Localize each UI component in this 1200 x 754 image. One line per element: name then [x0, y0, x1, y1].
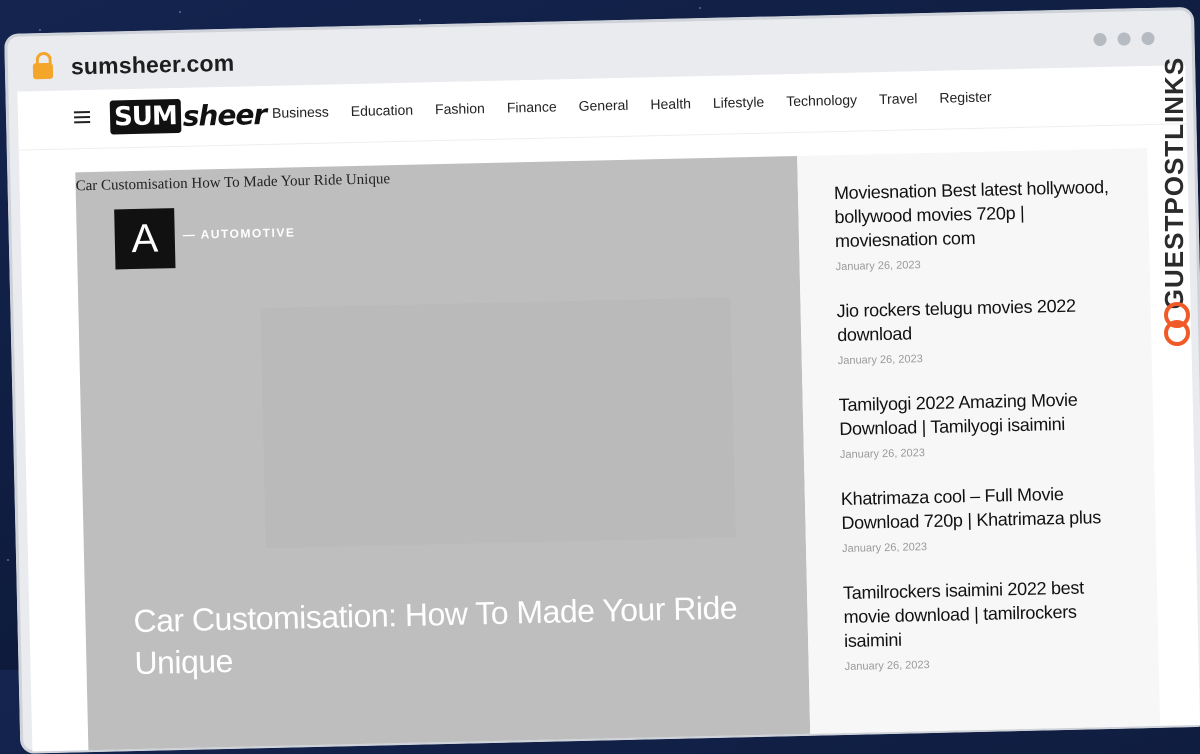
post-title[interactable]: Khatrimaza cool – Full Movie Download 72… [841, 480, 1132, 535]
hamburger-menu-icon[interactable] [73, 110, 91, 124]
address-bar[interactable]: sumsheer.com [32, 43, 235, 88]
nav-health[interactable]: Health [650, 95, 691, 112]
logo-sum: SUM [109, 98, 182, 135]
featured-image-alt: Car Customisation How To Made Your Ride … [75, 171, 391, 195]
nav-business[interactable]: Business [272, 104, 329, 121]
browser-frame: sumsheer.com SUM sheer Business Educatio… [4, 6, 1200, 754]
nav-lifestyle[interactable]: Lifestyle [713, 94, 765, 111]
window-controls [1093, 31, 1155, 47]
list-item[interactable]: Tamilrockers isaimini 2022 best movie do… [843, 574, 1135, 673]
post-date: January 26, 2023 [835, 259, 921, 274]
nav-fashion[interactable]: Fashion [435, 100, 485, 117]
image-placeholder [260, 297, 736, 549]
post-date: January 26, 2023 [839, 447, 926, 462]
nav-technology[interactable]: Technology [786, 92, 857, 110]
nav-register[interactable]: Register [939, 89, 991, 106]
featured-post[interactable]: Car Customisation How To Made Your Ride … [75, 155, 811, 752]
window-dot-icon[interactable] [1117, 32, 1131, 46]
nav-general[interactable]: General [578, 97, 628, 114]
lock-icon [32, 62, 54, 80]
post-title[interactable]: Jio rockers telugu movies 2022 download [836, 293, 1127, 348]
post-title[interactable]: Tamilrockers isaimini 2022 best movie do… [843, 574, 1135, 653]
logo-sheer: sheer [182, 97, 267, 133]
list-item[interactable]: Moviesnation Best latest hollywood, boll… [834, 175, 1126, 274]
nav-travel[interactable]: Travel [879, 90, 918, 107]
post-date: January 26, 2023 [844, 659, 930, 673]
list-item[interactable]: Jio rockers telugu movies 2022 download … [836, 293, 1127, 368]
window-dot-icon[interactable] [1141, 31, 1155, 46]
category-label[interactable]: AUTOMOTIVE [183, 225, 295, 242]
web-page: SUM sheer Business Education Fashion Fin… [17, 65, 1200, 752]
sidebar-post-list: Moviesnation Best latest hollywood, boll… [797, 148, 1161, 752]
list-item[interactable]: Tamilyogi 2022 Amazing Movie Download | … [838, 386, 1129, 461]
post-date: January 26, 2023 [841, 541, 928, 556]
url-text[interactable]: sumsheer.com [71, 49, 235, 80]
window-dot-icon[interactable] [1093, 32, 1107, 47]
guestpostlinks-watermark: GUESTPOSTLINKS [1158, 54, 1194, 354]
browser-window: sumsheer.com SUM sheer Business Educatio… [0, 1, 1200, 754]
nav-education[interactable]: Education [351, 102, 414, 119]
author-avatar[interactable]: A [114, 208, 176, 270]
post-title[interactable]: Moviesnation Best latest hollywood, boll… [834, 175, 1126, 254]
nav-finance[interactable]: Finance [507, 98, 557, 115]
main-nav: Business Education Fashion Finance Gener… [272, 89, 992, 121]
watermark-text: GUESTPOSTLINKS [1159, 56, 1189, 310]
site-logo[interactable]: SUM sheer [109, 96, 267, 136]
post-title[interactable]: Tamilyogi 2022 Amazing Movie Download | … [838, 386, 1129, 441]
link-icon [1164, 320, 1190, 346]
list-item[interactable]: Khatrimaza cool – Full Movie Download 72… [841, 480, 1132, 555]
post-date: January 26, 2023 [837, 353, 923, 368]
